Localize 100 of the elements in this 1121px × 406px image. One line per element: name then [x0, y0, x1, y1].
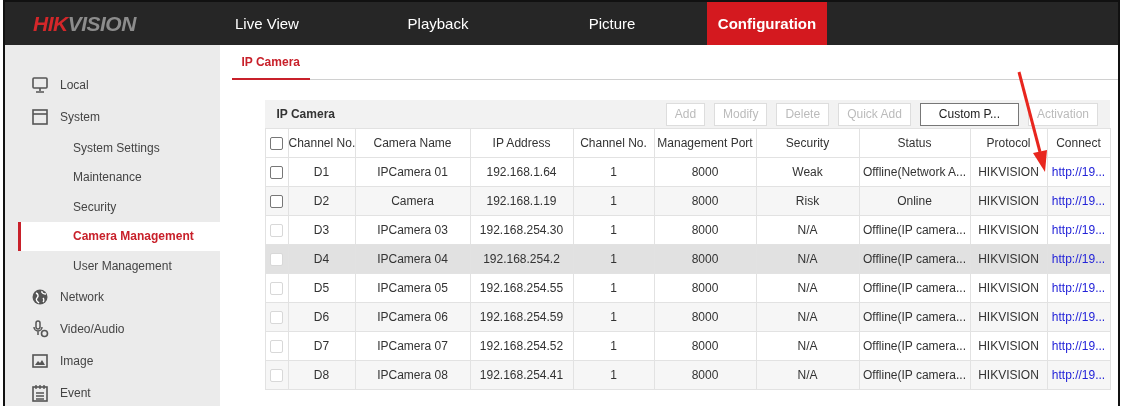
table-cell: D3 — [313, 223, 330, 237]
table-cell: HIKVISION — [978, 194, 1039, 208]
table-cell: 192.168.254.2 — [483, 252, 560, 266]
table-cell: 8000 — [691, 194, 719, 208]
brand-logo: HIKVISION — [32, 10, 138, 37]
table-cell: Camera — [391, 194, 434, 208]
toolbar-button[interactable]: Custom P... — [919, 102, 1019, 126]
table-cell: 8000 — [691, 339, 719, 353]
table-cell: 1 — [610, 165, 617, 179]
window-icon — [31, 108, 49, 126]
panel-title: IP Camera — [276, 107, 335, 121]
nav-tab[interactable]: Configuration — [707, 2, 827, 45]
table-cell: Offline(IP camera... — [863, 281, 966, 295]
table-cell: Offline(Network A... — [862, 165, 967, 179]
table-cell: 1 — [610, 252, 617, 266]
table-cell: N/A — [797, 368, 818, 382]
table-cell: HIKVISION — [978, 310, 1039, 324]
column-header: Management Port — [654, 128, 756, 158]
table-cell: 192.168.1.64 — [486, 165, 557, 179]
table-cell: 1 — [610, 223, 617, 237]
nav-tab[interactable]: Picture — [547, 2, 677, 45]
table-cell: D5 — [313, 281, 330, 295]
table-cell: N/A — [797, 281, 818, 295]
sidebar-item[interactable]: Maintenance — [5, 162, 220, 192]
table-cell: 1 — [610, 194, 617, 208]
column-header: Protocol — [970, 128, 1047, 158]
table-cell: IPCamera 07 — [377, 339, 448, 353]
table-cell: HIKVISION — [978, 281, 1039, 295]
table-cell: 192.168.254.30 — [479, 223, 564, 237]
table-cell: Offline(IP camera... — [863, 310, 966, 324]
checkbox[interactable] — [270, 195, 283, 209]
table-cell: 192.168.254.55 — [479, 281, 564, 295]
sidebar-item[interactable]: User Management — [5, 251, 220, 281]
table-row[interactable]: D2 Camera 192.168.1.19 1 8000 Risk Online HIKVISION http://19... — [265, 186, 1110, 216]
table-cell: 8000 — [691, 368, 719, 382]
table-cell: IPCamera 04 — [377, 252, 448, 266]
page-tab[interactable]: IP Camera — [231, 55, 310, 80]
nav-tab[interactable]: Live View — [229, 2, 341, 45]
column-header: IP Address — [470, 128, 573, 158]
column-header: Channel No. — [288, 128, 355, 158]
sidebar-item[interactable]: Local — [5, 69, 220, 101]
sidebar-item[interactable]: Security — [5, 192, 220, 222]
table-cell: Online — [897, 194, 932, 208]
table-cell: D8 — [313, 368, 330, 382]
table-cell: 1 — [610, 368, 617, 382]
column-header: Camera Name — [355, 128, 470, 158]
table-cell: D1 — [313, 165, 330, 179]
table-cell: Offline(IP camera... — [863, 368, 966, 382]
table-cell: Weak — [792, 165, 823, 179]
table-cell: IPCamera 05 — [377, 281, 448, 295]
table-cell: IPCamera 06 — [377, 310, 448, 324]
table-cell: 8000 — [691, 165, 719, 179]
table-cell: N/A — [797, 252, 818, 266]
table-cell: HIKVISION — [978, 339, 1039, 353]
column-header: Security — [756, 128, 859, 158]
sidebar-item[interactable]: System — [5, 101, 220, 133]
table-cell: HIKVISION — [978, 165, 1039, 179]
table-cell: 8000 — [691, 281, 719, 295]
table-row[interactable]: D1 IPCamera 01 192.168.1.64 1 8000 Weak Offline(Network A... HIKVISION http://19... — [265, 157, 1110, 187]
table-cell: Offline(IP camera... — [863, 339, 966, 353]
checkbox[interactable] — [270, 166, 283, 180]
checkbox[interactable] — [270, 137, 283, 151]
table-cell: D6 — [313, 310, 330, 324]
table-cell: HIKVISION — [978, 368, 1039, 382]
table-cell: IPCamera 03 — [377, 223, 448, 237]
sidebar-item[interactable]: Network — [5, 280, 220, 313]
column-header: Connect — [1047, 128, 1110, 158]
table-cell: 1 — [610, 281, 617, 295]
sidebar-item[interactable]: Camera Management — [18, 221, 220, 251]
sidebar-item[interactable]: Event — [5, 376, 220, 406]
table-cell: 1 — [610, 310, 617, 324]
table-cell: HIKVISION — [978, 252, 1039, 266]
table-cell: HIKVISION — [978, 223, 1039, 237]
table-cell: Risk — [795, 194, 820, 208]
table-cell: 8000 — [691, 310, 719, 324]
table-cell: IPCamera 01 — [377, 165, 448, 179]
sidebar-item[interactable]: System Settings — [5, 133, 220, 163]
monitor-icon — [31, 76, 49, 94]
sidebar-item[interactable]: Video/Audio — [5, 312, 220, 345]
table-cell: 192.168.1.19 — [486, 194, 557, 208]
table-cell: 8000 — [691, 223, 719, 237]
table-cell: D2 — [313, 194, 330, 208]
table-cell: 192.168.254.52 — [479, 339, 564, 353]
nav-tab[interactable]: Playback — [373, 2, 503, 45]
image-icon — [31, 351, 49, 370]
table-cell: D7 — [313, 339, 330, 353]
calendar-icon — [31, 383, 49, 402]
table-cell: Offline(IP camera... — [863, 223, 966, 237]
table-cell: N/A — [797, 310, 818, 324]
table-cell: D4 — [313, 252, 330, 266]
microphone-camera-icon — [31, 319, 49, 338]
table-cell: 8000 — [691, 252, 719, 266]
table-cell: N/A — [797, 339, 818, 353]
table-cell: N/A — [797, 223, 818, 237]
table-cell: IPCamera 08 — [377, 368, 448, 382]
column-header: Status — [859, 128, 970, 158]
table-cell: Offline(IP camera... — [863, 252, 966, 266]
sidebar-item[interactable]: Image — [5, 344, 220, 377]
table-cell: 192.168.254.59 — [479, 310, 564, 324]
globe-icon — [31, 287, 49, 306]
